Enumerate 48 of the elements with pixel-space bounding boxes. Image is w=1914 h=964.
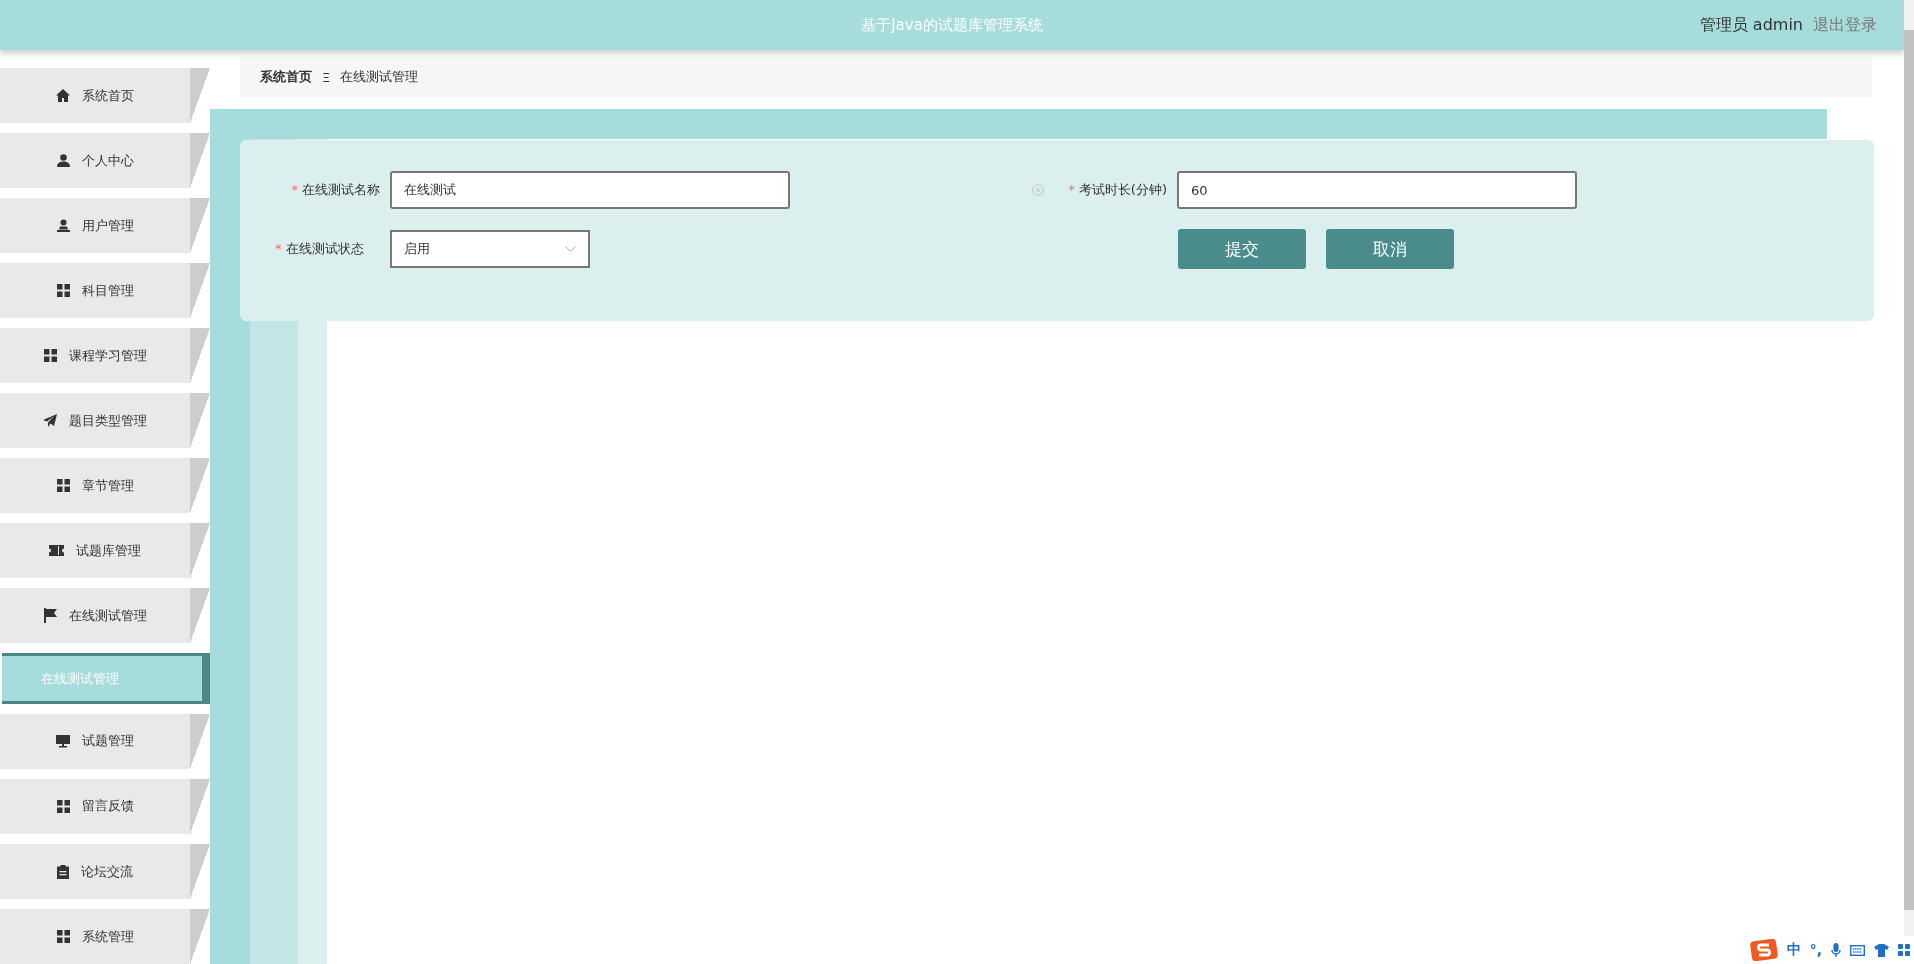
user-icon [56, 219, 70, 233]
s-logo-icon [1749, 939, 1778, 961]
flag-icon [43, 608, 57, 624]
sidebar-item[interactable]: 试题管理 [0, 713, 210, 769]
sidebar-item[interactable]: 个人中心 [0, 133, 210, 189]
home-icon [56, 89, 70, 102]
shirt-icon[interactable] [1874, 943, 1889, 957]
user-name: 管理员 admin [1699, 14, 1803, 36]
sidebar-item[interactable]: 在线测试管理 [0, 588, 210, 644]
sidebar-item[interactable]: 课程学习管理 [0, 328, 210, 384]
sidebar-item[interactable]: 章节管理 [0, 458, 210, 514]
submit-button[interactable]: 提交 [1178, 229, 1306, 269]
field-label: * 在线测试状态 [275, 240, 364, 258]
grid-icon [56, 479, 70, 493]
sidebar-item[interactable]: 用户管理 [0, 198, 210, 254]
sidebar-item[interactable]: 题目类型管理 [0, 393, 210, 449]
text-input[interactable]: 在线测试 [390, 171, 790, 209]
ime-label[interactable]: °, [1809, 942, 1822, 958]
clipboard-icon [57, 864, 69, 879]
field-label: * 在线测试名称 [291, 181, 380, 199]
grid-icon [56, 284, 70, 298]
sidebar-item[interactable]: 系统管理 [0, 909, 210, 964]
breadcrumb-separator: Ξ [322, 69, 331, 85]
sidebar-item[interactable]: 留言反馈 [0, 778, 210, 834]
ime-label[interactable]: 中 [1786, 941, 1801, 959]
chevron-down-icon [564, 245, 576, 253]
sidebar-item[interactable]: 试题库管理 [0, 523, 210, 579]
scrollbar-thumb[interactable] [1904, 30, 1914, 910]
breadcrumb-link[interactable]: 系统首页 [260, 68, 312, 86]
sidebar-item[interactable]: 科目管理 [0, 263, 210, 319]
sidebar-item[interactable]: 论坛交流 [0, 844, 210, 900]
breadcrumb-link[interactable]: 在线测试管理 [340, 68, 419, 86]
grid-icon [43, 349, 57, 363]
text-input[interactable]: 60 [1177, 171, 1577, 209]
app-title: 基于Java的试题库管理系统 [861, 15, 1043, 35]
ticket-icon [49, 545, 64, 557]
keyboard-icon[interactable] [1850, 944, 1865, 956]
paper-plane-icon [43, 414, 57, 428]
field-label: * 考试时长(分钟) [1068, 181, 1167, 199]
monitor-icon [56, 734, 70, 748]
microphone-icon[interactable] [1831, 942, 1841, 958]
cancel-button[interactable]: 取消 [1326, 229, 1454, 269]
status-select[interactable]: 启用 [389, 230, 590, 268]
grid-icon [56, 799, 70, 813]
sidebar-item[interactable]: 系统首页 [0, 68, 210, 124]
person-icon [56, 154, 70, 168]
grid-icon [56, 930, 70, 944]
grid-icon[interactable] [1898, 944, 1910, 956]
